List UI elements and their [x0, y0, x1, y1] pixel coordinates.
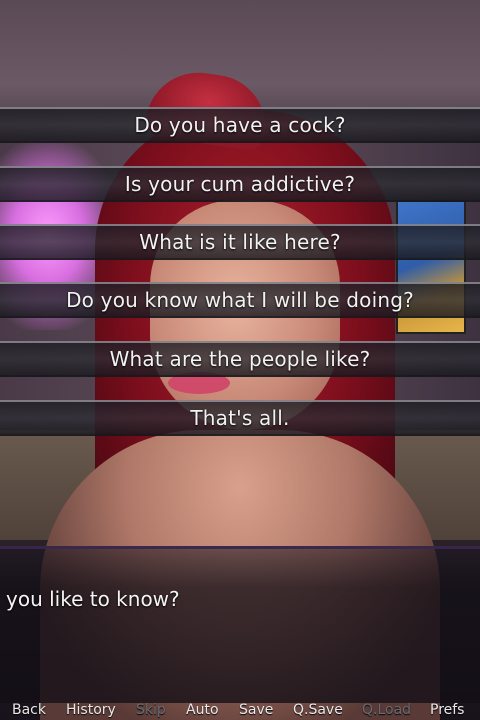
quick-menu: Back History Skip Auto Save Q.Save Q.Loa…	[0, 702, 480, 720]
quick-save-button[interactable]: Q.Save	[293, 702, 343, 718]
choice-button[interactable]: Do you have a cock?	[0, 107, 480, 143]
preferences-button[interactable]: Prefs	[430, 702, 464, 718]
skip-button[interactable]: Skip	[136, 702, 166, 718]
quick-load-button[interactable]: Q.Load	[362, 702, 411, 718]
choice-button[interactable]: Is your cum addictive?	[0, 166, 480, 202]
choice-button[interactable]: What is it like here?	[0, 224, 480, 260]
save-button[interactable]: Save	[239, 702, 273, 718]
dialogue-text: you like to know?	[6, 587, 180, 611]
choice-button[interactable]: That's all.	[0, 400, 480, 436]
history-button[interactable]: History	[66, 702, 116, 718]
dialogue-box: you like to know?	[0, 546, 480, 703]
back-button[interactable]: Back	[12, 702, 46, 718]
auto-button[interactable]: Auto	[186, 702, 219, 718]
choice-button[interactable]: Do you know what I will be doing?	[0, 282, 480, 318]
choice-button[interactable]: What are the people like?	[0, 341, 480, 377]
